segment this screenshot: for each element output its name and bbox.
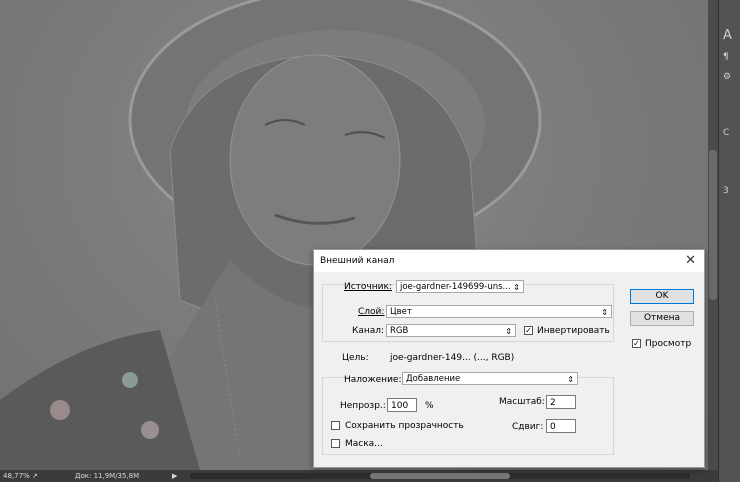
source-value: joe-gardner-149699-uns... xyxy=(400,282,511,292)
blending-value: Добавление xyxy=(406,374,461,384)
status-bar: 48,77% ↗ Док: 11,9M/35,8M ▶ xyxy=(0,470,718,482)
preserve-transparency-checkbox[interactable] xyxy=(331,421,340,430)
preview-checkbox[interactable]: ✓ xyxy=(632,339,641,348)
preserve-transparency-label[interactable]: Сохранить прозрачность xyxy=(345,421,464,431)
horizontal-scrollbar[interactable] xyxy=(190,473,690,479)
ok-button[interactable]: OK xyxy=(630,289,694,304)
invert-checkbox[interactable]: ✓ xyxy=(524,326,533,335)
blending-select[interactable]: Добавление ⇕ xyxy=(402,372,578,385)
blending-label: Наложение: xyxy=(344,375,402,385)
opacity-input[interactable]: 100 xyxy=(387,398,417,412)
right-panel: A ¶ ⚙ C 3 xyxy=(718,0,740,482)
dropdown-icon: ⇕ xyxy=(505,327,512,336)
channel-label: Канал: xyxy=(352,326,385,336)
layer-label: Слой: xyxy=(358,307,385,317)
offset-label: Сдвиг: xyxy=(512,422,544,432)
opacity-label: Непрозр.: xyxy=(340,401,386,411)
opacity-unit: % xyxy=(425,401,434,411)
dialog-title: Внешний канал xyxy=(320,256,395,266)
horizontal-scroll-thumb[interactable] xyxy=(370,473,510,479)
apply-image-dialog: Внешний канал ✕ Источник: joe-gardner-14… xyxy=(313,249,705,468)
vertical-scroll-thumb[interactable] xyxy=(709,150,717,300)
mask-label[interactable]: Маска... xyxy=(345,439,383,449)
share-icon[interactable]: ↗ xyxy=(32,470,38,482)
layer-value: Цвет xyxy=(390,307,412,317)
dropdown-icon: ⇕ xyxy=(567,375,574,384)
mask-checkbox[interactable] xyxy=(331,439,340,448)
channel-select[interactable]: RGB ⇕ xyxy=(386,324,516,337)
panel-item-5[interactable]: 3 xyxy=(723,186,729,196)
channel-value: RGB xyxy=(390,326,409,336)
panel-item-1[interactable]: A xyxy=(723,28,732,43)
dialog-titlebar[interactable]: Внешний канал ✕ xyxy=(314,250,704,272)
vertical-scrollbar[interactable] xyxy=(708,0,718,470)
dropdown-icon: ⇕ xyxy=(601,308,608,317)
close-icon[interactable]: ✕ xyxy=(685,253,696,268)
zoom-level[interactable]: 48,77% xyxy=(3,470,30,482)
source-label: Источник: xyxy=(344,282,392,292)
offset-input[interactable]: 0 xyxy=(546,419,576,433)
dropdown-icon: ⇕ xyxy=(513,283,520,292)
target-label: Цель: xyxy=(342,353,369,363)
panel-item-3[interactable]: ⚙ xyxy=(723,72,731,82)
layer-select[interactable]: Цвет ⇕ xyxy=(386,305,612,318)
panel-item-2[interactable]: ¶ xyxy=(723,52,729,62)
source-select[interactable]: joe-gardner-149699-uns... ⇕ xyxy=(396,280,524,293)
panel-item-4[interactable]: C xyxy=(723,128,729,138)
preview-label[interactable]: Просмотр xyxy=(645,339,691,349)
cancel-button[interactable]: Отмена xyxy=(630,311,694,326)
invert-label[interactable]: Инвертировать xyxy=(537,326,610,336)
scale-label: Масштаб: xyxy=(499,397,545,407)
target-value: joe-gardner-149... (..., RGB) xyxy=(390,353,515,363)
doc-size: Док: 11,9M/35,8M xyxy=(75,472,140,480)
status-arrow-icon[interactable]: ▶ xyxy=(172,470,177,482)
scale-input[interactable]: 2 xyxy=(546,395,576,409)
